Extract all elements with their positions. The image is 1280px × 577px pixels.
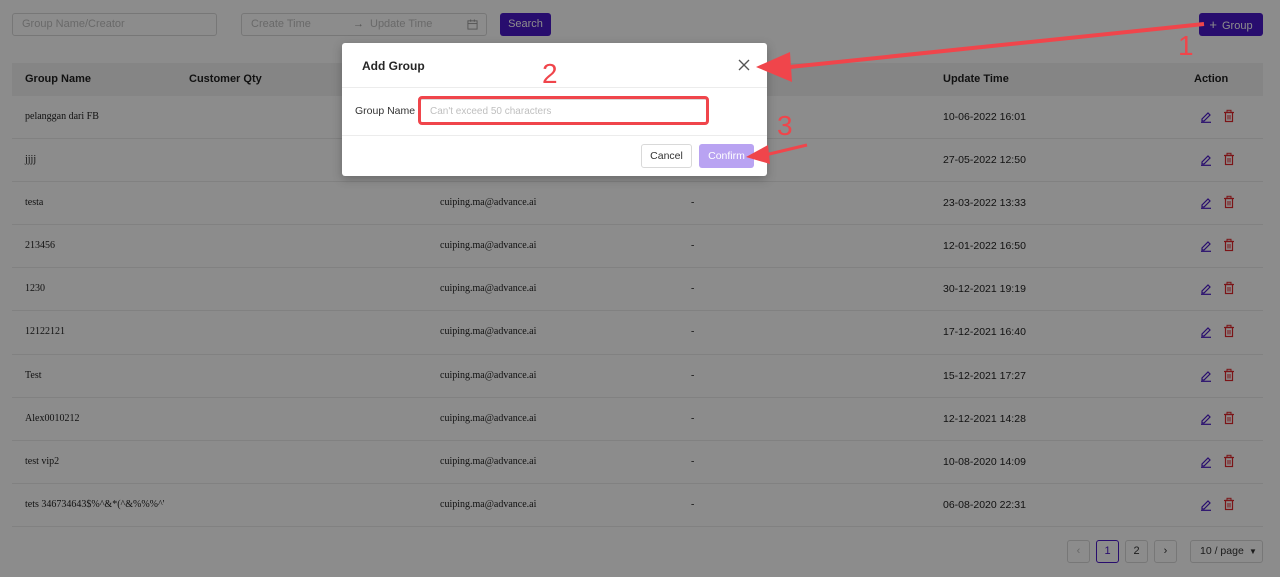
- group-name-label: Group Name: [355, 105, 416, 117]
- modal-footer-divider: [342, 135, 767, 136]
- cancel-button[interactable]: Cancel: [641, 144, 692, 168]
- modal-title: Add Group: [362, 59, 425, 73]
- annotation-number-1: 1: [1178, 30, 1194, 61]
- annotation-number-3: 3: [777, 110, 793, 141]
- close-icon[interactable]: [738, 59, 750, 71]
- annotation-number-2: 2: [542, 58, 558, 89]
- annotation-highlight-box: [418, 96, 709, 125]
- confirm-button[interactable]: Confirm: [699, 144, 754, 168]
